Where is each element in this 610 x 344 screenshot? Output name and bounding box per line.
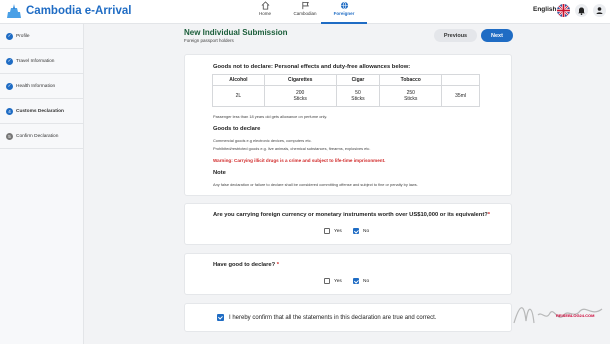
table-header-row: Alcohol Cigarettes Cigar Tobacco — [212, 74, 480, 86]
no-checkbox[interactable] — [353, 228, 359, 234]
page-subtitle: Foreign passport holders — [184, 38, 234, 43]
column-header: Cigar — [335, 74, 381, 86]
app-title: Cambodia e-Arrival — [26, 5, 132, 17]
no-checkbox[interactable] — [353, 278, 359, 284]
drug-warning: Warning: Carrying illicit drugs is a cri… — [213, 158, 386, 163]
bell-icon — [578, 7, 585, 15]
next-button[interactable]: Next — [481, 29, 513, 42]
currency-question-card: Are you carrying foreign currency or mon… — [184, 203, 512, 245]
nav-foreigner[interactable]: Foreigner — [319, 1, 369, 16]
confirm-option[interactable]: I hereby confirm that all the statements… — [217, 314, 436, 321]
sidebar-item-confirm[interactable]: 5 Confirm Declaration — [0, 124, 84, 149]
table-cell: 2L — [212, 85, 265, 107]
allowances-table: Alcohol Cigarettes Cigar Tobacco 2L 200 S… — [212, 74, 480, 107]
step-number: 5 — [6, 132, 13, 140]
goods-yes-option[interactable]: Yes — [324, 278, 342, 284]
yes-checkbox[interactable] — [324, 278, 330, 284]
currency-question: Are you carrying foreign currency or mon… — [213, 212, 491, 218]
declare-commercial: Commercial goods e.g electronic devices,… — [213, 138, 312, 143]
currency-no-option[interactable]: No — [353, 228, 369, 234]
column-header — [441, 74, 480, 86]
age-note: Passenger less than 18 years old gets al… — [213, 114, 328, 119]
declare-prohibited: Prohibited/restricted goods e.g. live an… — [213, 146, 371, 151]
table-cell: 35ml — [441, 85, 480, 107]
flag-icon — [301, 1, 309, 10]
user-menu-button[interactable] — [593, 4, 606, 17]
nav-active-indicator — [321, 22, 367, 24]
globe-icon — [340, 1, 348, 10]
note-heading: Note — [213, 170, 226, 176]
declare-heading: Goods to declare — [213, 126, 261, 132]
table-cell: 50 Sticks — [335, 85, 381, 107]
column-header: Tobacco — [379, 74, 443, 86]
sidebar-item-travel[interactable]: ✓ Travel Information — [0, 49, 84, 74]
note-text: Any false declaration or failure to decl… — [213, 182, 418, 187]
allowances-title: Goods not to declare: Personal effects a… — [213, 64, 411, 70]
confirm-card: I hereby confirm that all the statements… — [184, 303, 512, 332]
check-icon: ✓ — [6, 32, 13, 40]
user-icon — [596, 7, 603, 14]
column-header: Cigarettes — [263, 74, 337, 86]
table-row: 2L 200 Sticks 50 Sticks 250 Sticks 35ml — [212, 85, 480, 107]
language-selector[interactable]: English — [533, 6, 556, 13]
nav-home-label: Home — [258, 11, 271, 16]
page-title: New Individual Submission — [184, 28, 288, 37]
confirm-label: I hereby confirm that all the statements… — [229, 314, 437, 321]
goods-no-option[interactable]: No — [353, 278, 369, 284]
nav-cambodian-label: Cambodian — [293, 11, 317, 16]
home-icon — [261, 1, 269, 10]
yes-checkbox[interactable] — [324, 228, 330, 234]
required-marker: * — [276, 262, 280, 268]
top-header: Cambodia e-Arrival Home Cambodian Foreig… — [0, 0, 610, 24]
uk-flag-icon[interactable] — [557, 4, 570, 17]
sidebar-item-customs[interactable]: 4 Customs Declaration — [0, 99, 84, 124]
confirm-checkbox[interactable] — [217, 314, 224, 321]
step-sidebar: ✓ Profile ✓ Travel Information ✓ Health … — [0, 24, 84, 344]
watermark-site: REISEBLOG24.COM — [556, 313, 595, 318]
goods-question-card: Have good to declare? * Yes No — [184, 253, 512, 295]
app-logo[interactable]: Cambodia e-Arrival — [6, 3, 131, 19]
goods-question: Have good to declare? * — [213, 262, 280, 268]
check-icon: ✓ — [6, 82, 13, 90]
nav-foreigner-label: Foreigner — [333, 11, 355, 16]
required-marker: * — [487, 212, 491, 218]
sidebar-item-health[interactable]: ✓ Health Information — [0, 74, 84, 99]
table-cell: 200 Sticks — [263, 85, 337, 107]
check-icon: ✓ — [6, 57, 13, 65]
notification-button[interactable] — [575, 4, 588, 17]
currency-yes-option[interactable]: Yes — [324, 228, 342, 234]
allowances-card: Goods not to declare: Personal effects a… — [184, 54, 512, 196]
table-cell: 250 Sticks — [379, 85, 443, 107]
angkor-logo-icon — [7, 4, 21, 18]
previous-button[interactable]: Previous — [434, 29, 477, 42]
step-number: 4 — [6, 107, 13, 115]
column-header: Alcohol — [212, 74, 265, 86]
sidebar-item-profile[interactable]: ✓ Profile — [0, 24, 84, 49]
